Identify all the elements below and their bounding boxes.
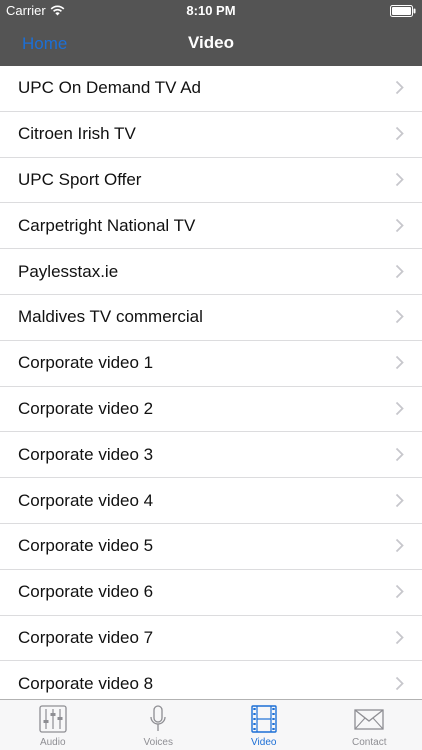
chevron-right-icon bbox=[395, 676, 404, 690]
chevron-right-icon bbox=[395, 539, 404, 553]
list-item[interactable]: Maldives TV commercial bbox=[0, 295, 422, 341]
chevron-right-icon bbox=[395, 172, 404, 187]
list-item-label: Corporate video 1 bbox=[18, 353, 154, 373]
mixer-sliders-icon bbox=[39, 705, 67, 733]
list-item-label: Paylesstax.ie bbox=[18, 261, 119, 281]
page-title: Video bbox=[188, 33, 234, 52]
chevron-right-icon bbox=[395, 310, 404, 324]
navigation-bar: Home Video bbox=[0, 22, 422, 66]
list-item-label: Maldives TV commercial bbox=[18, 307, 203, 327]
tab-bar: Audio Voices Video Contact bbox=[0, 699, 422, 750]
header: Carrier 8:10 PM Home Video bbox=[0, 0, 422, 66]
chevron-right-icon bbox=[395, 356, 404, 370]
list-item[interactable]: Corporate video 1 bbox=[0, 341, 422, 387]
list-item-label: Carpetright National TV bbox=[18, 215, 196, 235]
tab-contact[interactable]: Contact bbox=[317, 700, 422, 750]
chevron-right-icon bbox=[395, 630, 404, 645]
chevron-right-icon bbox=[395, 401, 404, 416]
chevron-right-icon bbox=[395, 264, 404, 278]
chevron-right-icon bbox=[395, 493, 404, 507]
chevron-right-icon bbox=[395, 81, 404, 95]
list-item[interactable]: UPC Sport Offer bbox=[0, 158, 422, 204]
status-bar: Carrier 8:10 PM bbox=[0, 0, 422, 22]
list-item[interactable]: Paylesstax.ie bbox=[0, 249, 422, 295]
video-list: UPC On Demand TV Ad Citroen Irish TV UPC S… bbox=[0, 66, 422, 699]
list-item-label: Corporate video 7 bbox=[18, 627, 154, 647]
tab-video[interactable]: Video bbox=[211, 700, 317, 750]
battery-icon bbox=[390, 5, 416, 17]
list-item-label: Corporate video 6 bbox=[18, 582, 154, 602]
chevron-right-icon bbox=[395, 447, 404, 461]
envelope-icon bbox=[354, 709, 384, 730]
tab-audio[interactable]: Audio bbox=[0, 700, 106, 750]
list-item-label: Corporate video 5 bbox=[18, 536, 154, 556]
list-item[interactable]: Corporate video 8 bbox=[0, 661, 422, 699]
tab-voices[interactable]: Voices bbox=[106, 700, 212, 750]
chevron-right-icon bbox=[395, 585, 404, 599]
list-item-label: Corporate video 2 bbox=[18, 398, 154, 418]
chevron-right-icon bbox=[395, 127, 404, 141]
list-item[interactable]: Corporate video 3 bbox=[0, 432, 422, 479]
film-strip-icon bbox=[251, 705, 277, 733]
list-item-label: Corporate video 8 bbox=[18, 673, 154, 693]
list-item[interactable]: Corporate video 4 bbox=[0, 478, 422, 524]
tab-voices-label: Voices bbox=[143, 737, 173, 748]
list-item-label: Corporate video 3 bbox=[18, 444, 154, 464]
tab-contact-label: Contact bbox=[352, 737, 387, 748]
list-item-label: Corporate video 4 bbox=[18, 490, 154, 510]
list-item[interactable]: Corporate video 6 bbox=[0, 570, 422, 616]
list-item[interactable]: UPC On Demand TV Ad bbox=[0, 66, 422, 112]
tab-video-label: Video bbox=[251, 737, 277, 748]
status-time: 8:10 PM bbox=[186, 3, 236, 18]
list-item[interactable]: Citroen Irish TV bbox=[0, 112, 422, 158]
list-item-label: UPC On Demand TV Ad bbox=[18, 78, 201, 98]
microphone-icon bbox=[150, 705, 166, 731]
tab-audio-label: Audio bbox=[39, 737, 66, 748]
list-item-label: Citroen Irish TV bbox=[18, 124, 136, 144]
list-item[interactable]: Carpetright National TV bbox=[0, 203, 422, 250]
list-item[interactable]: Corporate video 2 bbox=[0, 387, 422, 433]
app-screen: Carrier 8:10 PM Home Video UPC On Demand… bbox=[0, 0, 422, 750]
chevron-right-icon bbox=[395, 218, 404, 232]
list-item[interactable]: Corporate video 5 bbox=[0, 524, 422, 570]
list-item[interactable]: Corporate video 7 bbox=[0, 616, 422, 662]
list-item-label: UPC Sport Offer bbox=[18, 169, 142, 189]
